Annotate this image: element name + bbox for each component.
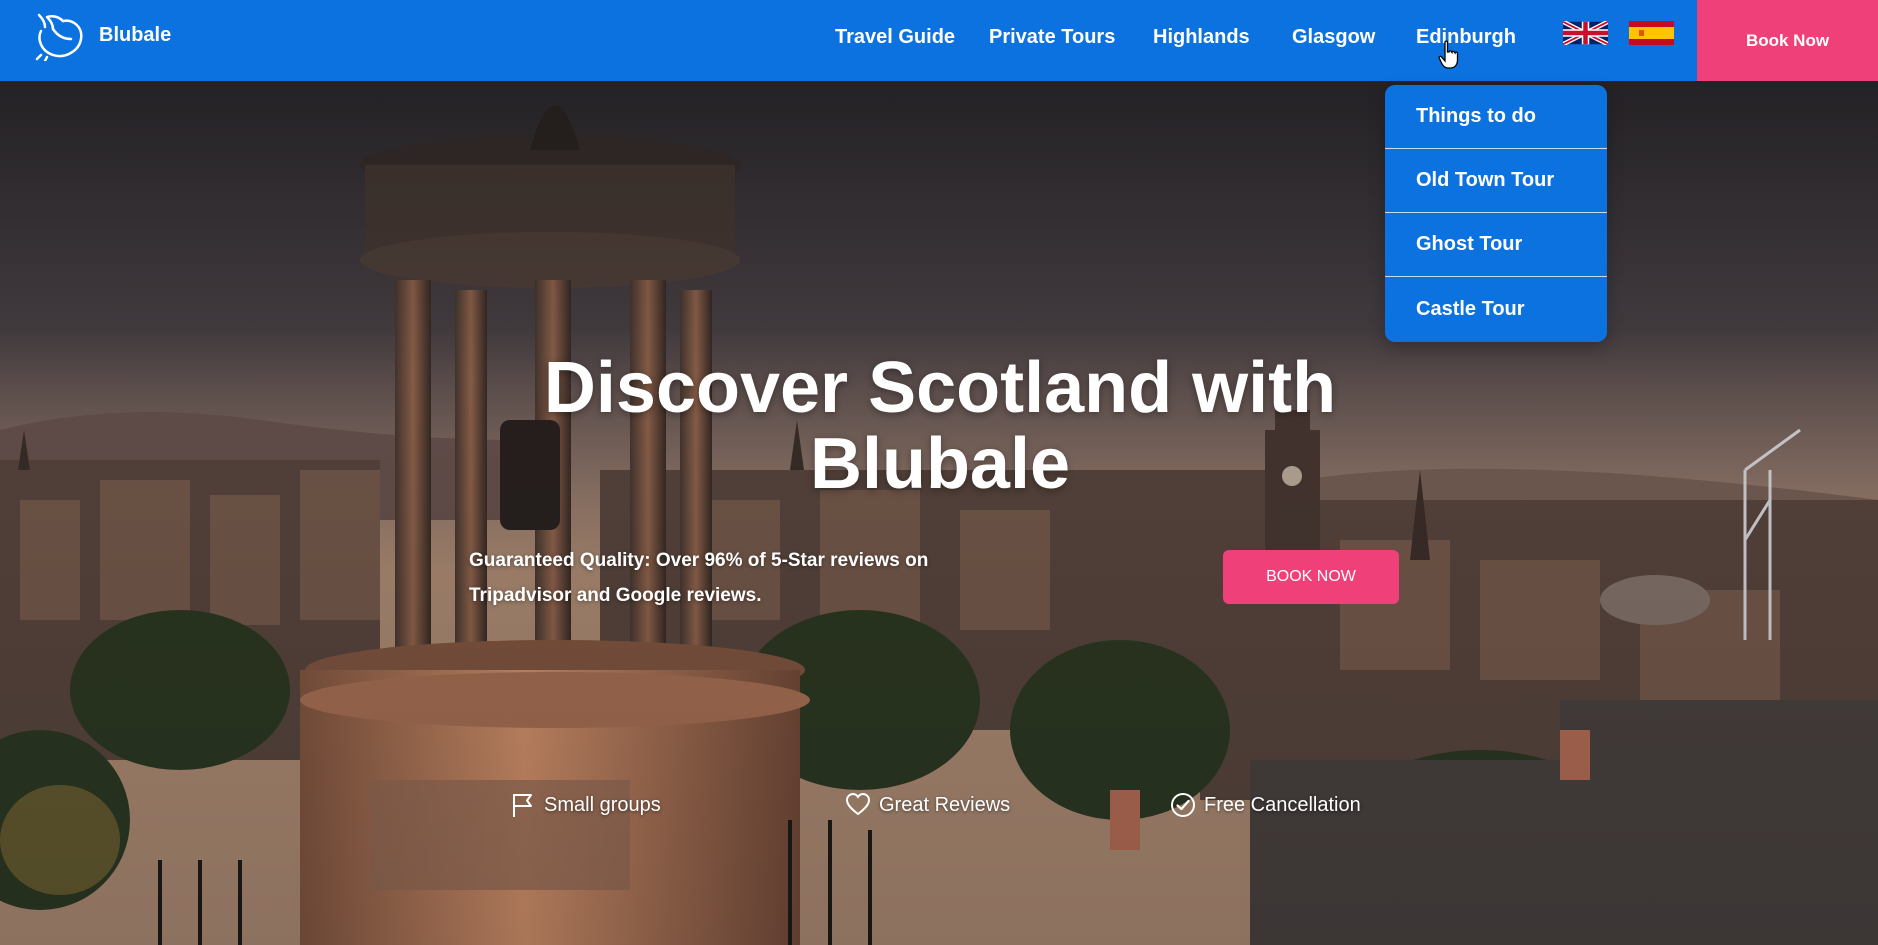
nav-travel-guide[interactable]: Travel Guide (835, 26, 955, 49)
uk-flag-icon[interactable] (1563, 21, 1608, 45)
dolphin-logo-icon (35, 13, 83, 61)
hero-book-now-button[interactable]: BOOK NOW (1223, 550, 1399, 604)
nav-private-tours[interactable]: Private Tours (989, 26, 1115, 49)
book-now-header-button[interactable]: Book Now (1697, 0, 1878, 81)
nav-edinburgh[interactable]: Edinburgh (1416, 26, 1516, 49)
dropdown-item-castle-tour[interactable]: Castle Tour (1385, 277, 1607, 341)
feature-great-reviews: Great Reviews (845, 792, 1010, 818)
edinburgh-dropdown-menu: Things to do Old Town Tour Ghost Tour Ca… (1385, 85, 1607, 342)
feature-label: Free Cancellation (1204, 793, 1361, 816)
heart-icon (845, 792, 871, 816)
feature-small-groups: Small groups (510, 792, 661, 818)
dropdown-item-things-to-do[interactable]: Things to do (1385, 85, 1607, 149)
dropdown-item-ghost-tour[interactable]: Ghost Tour (1385, 213, 1607, 277)
spain-flag-icon[interactable] (1629, 21, 1674, 45)
feature-free-cancellation: Free Cancellation (1170, 792, 1361, 818)
hero-subtitle: Guaranteed Quality: Over 96% of 5-Star r… (469, 550, 929, 606)
feature-label: Small groups (544, 793, 661, 816)
top-navbar: Blubale Travel Guide Private Tours Highl… (0, 0, 1878, 81)
nav-highlands[interactable]: Highlands (1153, 26, 1250, 49)
brand-logo[interactable]: Blubale (33, 9, 171, 61)
check-circle-icon (1171, 793, 1195, 817)
flag-icon (513, 794, 532, 817)
dropdown-item-old-town-tour[interactable]: Old Town Tour (1385, 149, 1607, 213)
nav-glasgow[interactable]: Glasgow (1292, 26, 1375, 49)
feature-label: Great Reviews (879, 793, 1011, 816)
hero-title: Discover Scotland with Blubale (543, 348, 1337, 504)
brand-name: Blubale (99, 23, 172, 46)
hand-pointer-cursor-icon (1438, 40, 1459, 69)
